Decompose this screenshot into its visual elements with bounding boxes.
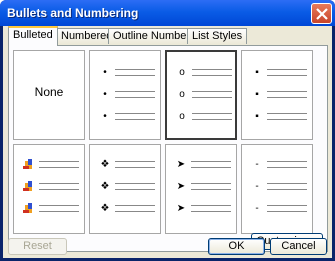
bullet-style-dash[interactable]: - - - <box>241 144 313 234</box>
close-button[interactable] <box>311 3 332 24</box>
tab-numbered-label: Numbered <box>61 30 113 42</box>
four-diamond-icon: ❖ <box>100 203 110 214</box>
four-diamond-icon: ❖ <box>100 181 110 192</box>
filled-square-icon: ▪ <box>255 111 259 122</box>
hollow-circle-icon: o <box>179 111 185 122</box>
hollow-circle-icon: o <box>179 89 185 100</box>
tab-list-styles-label: List Styles <box>192 30 243 42</box>
bullet-style-arrowhead[interactable]: ➤ ➤ ➤ <box>165 144 237 234</box>
bullet-style-hollow-circle[interactable]: o o o <box>165 50 237 140</box>
bullet-style-picture[interactable] <box>13 144 85 234</box>
picture-bullet-icon <box>23 203 35 215</box>
bullet-style-filled-square[interactable]: ▪ ▪ ▪ <box>241 50 313 140</box>
filled-square-icon: ▪ <box>255 67 259 78</box>
none-label: None <box>34 85 64 99</box>
picture-bullet-icon <box>23 181 35 193</box>
close-icon <box>316 8 328 20</box>
arrowhead-icon: ➤ <box>176 203 186 214</box>
tab-bulleted-label: Bulleted <box>13 29 53 41</box>
filled-circle-icon: • <box>103 111 107 122</box>
title-bar[interactable]: Bullets and Numbering <box>0 0 335 26</box>
picture-bullet-icon <box>23 159 35 171</box>
dash-icon: - <box>255 181 259 192</box>
filled-circle-icon: • <box>103 67 107 78</box>
dash-icon: - <box>255 203 259 214</box>
reset-button[interactable]: Reset <box>8 238 67 255</box>
tab-bulleted[interactable]: Bulleted <box>8 26 58 46</box>
dialog-title: Bullets and Numbering <box>7 6 139 20</box>
arrowhead-icon: ➤ <box>176 181 186 192</box>
filled-square-icon: ▪ <box>255 89 259 100</box>
cancel-button[interactable]: Cancel <box>270 238 327 255</box>
four-diamond-icon: ❖ <box>100 159 110 170</box>
dialog-client: Bulleted Numbered Outline Numbered List … <box>3 26 332 258</box>
bullet-style-filled-circle[interactable]: • • • <box>89 50 161 140</box>
tab-panel-bulleted: None • • • o o o ▪ ▪ ▪ ❖ ❖ ❖ ➤ ➤ ➤ - - - <box>8 45 328 252</box>
filled-circle-icon: • <box>103 89 107 100</box>
dash-icon: - <box>255 159 259 170</box>
ok-button[interactable]: OK <box>208 238 265 255</box>
tab-list-styles[interactable]: List Styles <box>187 28 248 44</box>
arrowhead-icon: ➤ <box>176 159 186 170</box>
bullet-style-none[interactable]: None <box>13 50 85 140</box>
dialog-window: Bullets and Numbering Bulleted Numbered … <box>0 0 335 261</box>
hollow-circle-icon: o <box>179 67 185 78</box>
bullet-style-four-diamond[interactable]: ❖ ❖ ❖ <box>89 144 161 234</box>
